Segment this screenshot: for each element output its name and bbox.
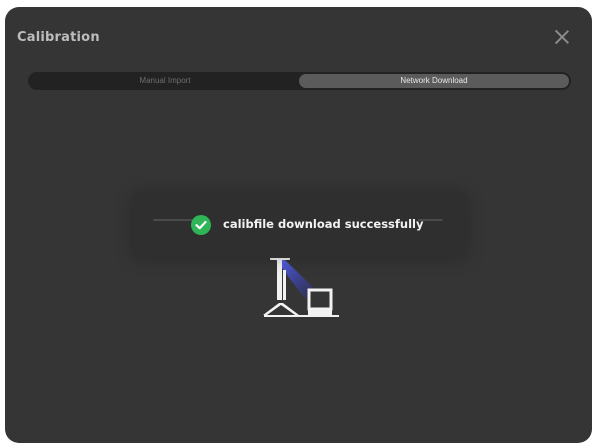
- toast-divider-left: [153, 219, 193, 221]
- dialog-title: Calibration: [17, 30, 100, 45]
- success-toast: calibfile download successfully: [133, 193, 466, 258]
- calibration-dialog: Calibration Manual Import Network Downlo…: [5, 7, 592, 443]
- tab-network-download[interactable]: Network Download: [299, 74, 569, 88]
- tab-manual-import[interactable]: Manual Import: [30, 74, 300, 88]
- tab-bar: Manual Import Network Download: [28, 72, 571, 90]
- check-circle-icon: [191, 215, 211, 235]
- toast-message: calibfile download successfully: [223, 217, 424, 231]
- close-icon[interactable]: [554, 29, 570, 45]
